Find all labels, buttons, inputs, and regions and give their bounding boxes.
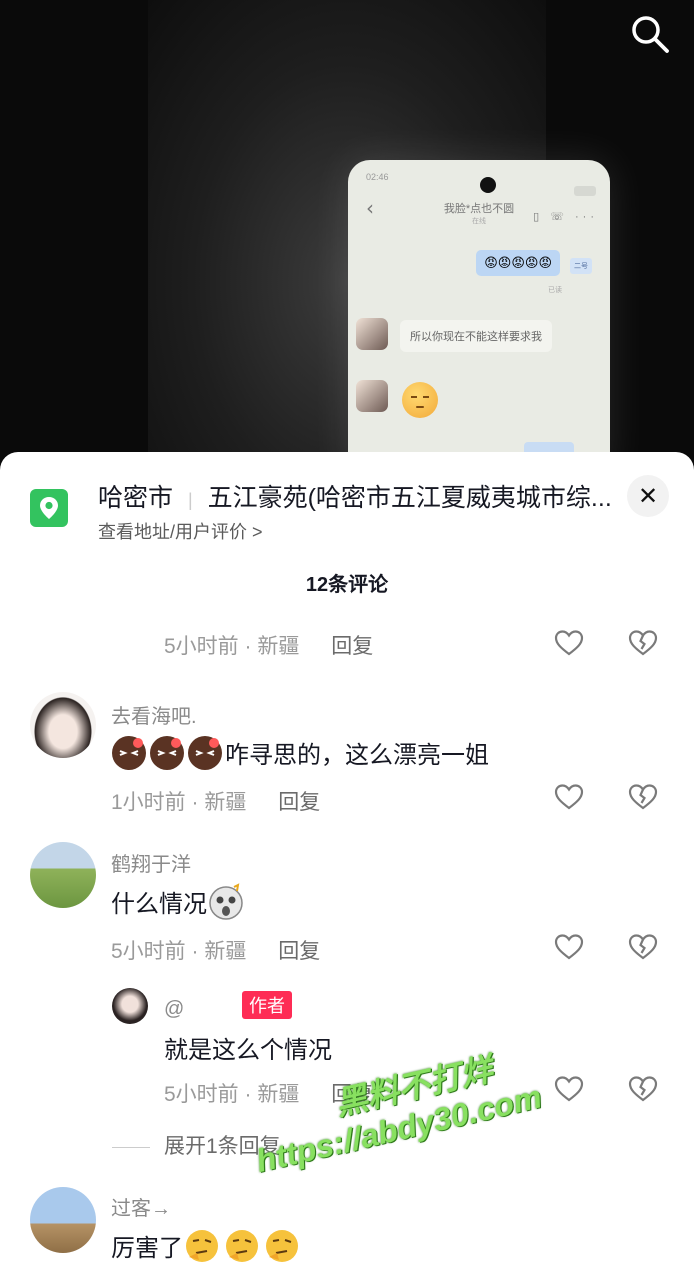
unamused-emoji: [402, 382, 438, 418]
dislike-icon[interactable]: [627, 781, 659, 813]
avatar[interactable]: [30, 1187, 96, 1253]
comment-time: 5小时前: [111, 940, 186, 963]
received-message: 所以你现在不能这样要求我: [400, 320, 552, 352]
comment-username[interactable]: 去看海吧.: [111, 700, 197, 729]
avatar[interactable]: [30, 692, 96, 758]
avatar[interactable]: [30, 842, 96, 908]
comment-username[interactable]: 过客→: [111, 1192, 171, 1221]
thinking-emoji-icon: [183, 1227, 221, 1272]
comment-region: 新疆: [257, 635, 300, 658]
comment-body: 咋寻思的，这么漂亮一姐: [225, 742, 489, 769]
shocked-emoji-icon: [207, 883, 245, 928]
like-icon[interactable]: [553, 1073, 585, 1105]
reply-button[interactable]: 回复: [278, 791, 320, 814]
comment-time: 5小时前: [164, 635, 239, 658]
like-icon[interactable]: [553, 931, 585, 963]
location-title[interactable]: 哈密市 | 五江豪苑(哈密市五江夏威夷城市综...: [98, 478, 643, 514]
comment-text: 咋寻思的，这么漂亮一姐: [111, 735, 489, 778]
dislike-icon[interactable]: [627, 627, 659, 659]
battery-icon: [574, 186, 596, 196]
comment-region: 新疆: [204, 940, 247, 963]
sender-tag: 二号: [570, 258, 592, 274]
comment-meta: 1小时前 · 新疆 回复: [111, 786, 320, 816]
contact-avatar: [356, 380, 388, 412]
meta-dot: ·: [191, 791, 205, 814]
reply-text: 就是这么个情况: [164, 1037, 332, 1064]
contact-avatar: [356, 318, 388, 350]
comment-text: 什么情况: [111, 883, 247, 928]
dislike-icon[interactable]: [627, 931, 659, 963]
dislike-icon[interactable]: [627, 1073, 659, 1105]
location-city: 哈密市: [98, 484, 174, 512]
comment-body: 厉害了: [111, 1234, 183, 1262]
close-icon[interactable]: ✕: [627, 475, 669, 517]
reply-button[interactable]: 回复: [331, 635, 373, 658]
location-divider: |: [187, 490, 193, 510]
screenshot-time: 02:46: [366, 172, 389, 182]
comment-body: 什么情况: [111, 890, 207, 918]
like-icon[interactable]: [553, 627, 585, 659]
read-receipt: 已读: [548, 287, 562, 294]
comment-region: 新疆: [204, 791, 247, 814]
comment-username[interactable]: 鹤翔于洋: [111, 848, 191, 877]
laughing-emoji-icon: [149, 735, 185, 778]
sent-emoji-bubble: 😡😡😡😡😡: [476, 250, 560, 276]
comment-meta: 5小时前 · 新疆 回复: [164, 630, 373, 660]
laughing-emoji-icon: [187, 735, 223, 778]
chat-screenshot: 02:46 ‹ 我脸*点也不圆 在线 ▯ ☏ ··· 😡😡😡😡😡 二号 已读 所…: [348, 160, 610, 480]
front-camera: [480, 177, 496, 193]
author-badge: 作者: [242, 991, 292, 1019]
thinking-emoji-icon: [263, 1227, 301, 1272]
avatar[interactable]: [112, 988, 148, 1024]
like-icon[interactable]: [553, 781, 585, 813]
comment-time: 5小时前: [164, 1083, 239, 1106]
laughing-emoji-icon: [111, 735, 147, 778]
search-icon[interactable]: [628, 12, 672, 56]
meta-dot: ·: [244, 635, 258, 658]
video-area[interactable]: 02:46 ‹ 我脸*点也不圆 在线 ▯ ☏ ··· 😡😡😡😡😡 二号 已读 所…: [0, 0, 694, 480]
comment-time: 1小时前: [111, 791, 186, 814]
reply-button[interactable]: 回复: [278, 940, 320, 963]
comment-text: 厉害了: [111, 1227, 303, 1272]
comment-count: 12条评论: [305, 574, 389, 596]
video-frame: 02:46 ‹ 我脸*点也不圆 在线 ▯ ☏ ··· 😡😡😡😡😡 二号 已读 所…: [148, 0, 610, 480]
chat-actions-icon: ▯ ☏ ···: [533, 211, 598, 223]
location-pin-icon[interactable]: [30, 489, 68, 527]
location-place: 五江豪苑(哈密市五江夏威夷城市综...: [207, 484, 612, 512]
comment-meta: 5小时前 · 新疆 回复: [111, 935, 320, 965]
location-reviews-link[interactable]: 查看地址/用户评价 >: [98, 518, 263, 544]
meta-dot: ·: [191, 940, 205, 963]
thinking-emoji-icon: [223, 1227, 261, 1272]
